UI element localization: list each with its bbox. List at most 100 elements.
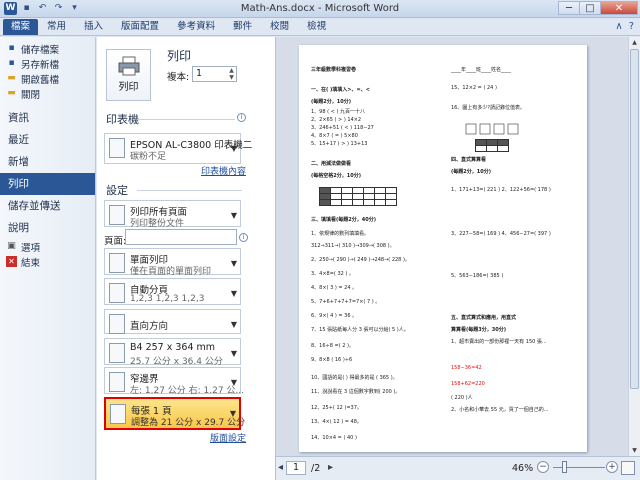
nav-recent[interactable]: 最近	[0, 129, 95, 151]
nav-save[interactable]: ▪ 儲存檔案	[0, 41, 95, 56]
preview-text-line: 12、25+( 12 )=37。	[311, 405, 362, 411]
orientation-dropdown[interactable]: 直向方向 ▼	[104, 309, 241, 334]
close-button[interactable]: ✕	[600, 1, 638, 15]
nav-options[interactable]: ▣ 選項	[0, 239, 95, 254]
copies-label: 複本:	[167, 72, 190, 83]
scroll-up-icon[interactable]: ▲	[629, 37, 640, 48]
nav-open[interactable]: ▬ 開啟舊檔	[0, 71, 95, 86]
preview-text-line: (每題2分，10分)	[451, 169, 492, 175]
preview-text-line: (每題2分，10分)	[311, 99, 352, 105]
printer-properties-link[interactable]: 印表機內容	[201, 164, 246, 177]
nav-new[interactable]: 新增	[0, 151, 95, 173]
preview-text-line: 一、在( )填填入>、=、<	[311, 87, 370, 93]
next-page-icon[interactable]: ▸	[328, 462, 333, 473]
collate-icon	[109, 283, 125, 303]
printer-icon	[109, 138, 125, 158]
tab-review[interactable]: 校閱	[261, 19, 298, 35]
preview-text-line: 1、98 ( < ) 九百一十八	[311, 109, 365, 115]
preview-text-line: 4、8×7 ( = ) 5×80	[311, 133, 358, 139]
info-icon[interactable]: i	[239, 233, 248, 242]
preview-text-line: 13、4×( 12 ) = 48。	[311, 419, 362, 425]
nav-save-send[interactable]: 儲存並傳送	[0, 195, 95, 217]
title-bar: W ▪ ↶ ↷ ▾ Math-Ans.docx - Microsoft Word…	[0, 0, 640, 18]
preview-text-line: 5、563−186=( 385 )	[451, 273, 504, 279]
chevron-down-icon: ▼	[230, 349, 237, 358]
zoom-to-page-button[interactable]	[621, 461, 635, 475]
zoom-in-button[interactable]: +	[606, 461, 618, 473]
preview-text-line: 3、246+51 ( < ) 118−27	[311, 125, 374, 131]
tab-view[interactable]: 檢視	[298, 19, 335, 35]
preview-text-line: 四、直式算算看	[451, 157, 487, 163]
prev-page-icon[interactable]: ◂	[278, 462, 283, 473]
zoom-slider[interactable]	[553, 467, 605, 468]
preview-text-line: 1、超市賣出的一部份那裡一天有 150 張...	[451, 339, 547, 345]
pages-per-sheet-icon	[110, 404, 126, 424]
nav-save-as[interactable]: ▪ 另存新檔	[0, 56, 95, 71]
tab-mailings[interactable]: 郵件	[224, 19, 261, 35]
tab-file[interactable]: 檔案	[3, 19, 39, 35]
chevron-down-icon: ▼	[230, 289, 237, 298]
page-setup-link[interactable]: 版面設定	[210, 431, 246, 444]
scroll-down-icon[interactable]: ▼	[629, 445, 640, 456]
preview-text-line: 15、12×2 = ( 24 )	[451, 85, 497, 91]
copies-spinner[interactable]: ▲ ▼	[227, 67, 236, 81]
preview-text-line: 7、15 張貼紙每人分 3 張可以分給( 5 )人。	[311, 327, 409, 333]
window-title: Math-Ans.docx - Microsoft Word	[240, 3, 400, 14]
settings-heading: 設定	[106, 184, 128, 197]
info-icon[interactable]: i	[237, 113, 246, 122]
paper-size-dropdown[interactable]: B4 257 x 364 mm 25.7 公分 x 36.4 公分 ▼	[104, 338, 241, 367]
preview-status-bar: ◂ 1 /2 ▸ 46% − +	[275, 456, 640, 480]
print-settings-panel: 列印 列印 複本: 1 ▲ ▼ 印表機 i EPSON AL-C3800 印表機二…	[97, 37, 275, 480]
minimize-button[interactable]: ─	[558, 1, 580, 15]
nav-print[interactable]: 列印	[0, 173, 95, 195]
nav-exit[interactable]: ✕ 結束	[0, 254, 95, 269]
collated-dropdown[interactable]: 自動分頁 1,2,3 1,2,3 1,2,3 ▼	[104, 278, 241, 305]
print-all-pages-dropdown[interactable]: 列印所有頁面 列印整份文件 ▼	[104, 200, 241, 229]
preview-text-line: 5、7+6+7+7+7=7×( 7 ) 。	[311, 299, 381, 305]
preview-text-line: 312→311→( 310 )→309→( 308 )。	[311, 243, 395, 249]
copies-input[interactable]: 1 ▲ ▼	[192, 66, 237, 82]
pages-per-sheet-dropdown[interactable]: 每張 1 頁 調整為 21 公分 x 29.7 公分 ▼	[104, 397, 245, 430]
preview-page: 三年級數學科複習卷一、在( )填填入>、=、< (每題2分，10分) 1、98 ( …	[299, 45, 587, 452]
nav-help[interactable]: 說明	[0, 217, 95, 239]
preview-blocks	[465, 123, 519, 135]
margins-dropdown[interactable]: 窄邊界 左: 1.27 公分 右: 1.27 公... ▼	[104, 367, 244, 396]
chevron-down-icon: ▼	[230, 378, 237, 387]
print-title: 列印	[167, 49, 192, 63]
backstage-nav: ▪ 儲存檔案 ▪ 另存新檔 ▬ 開啟舊檔 ▬ 關閉 資訊 最近 新增 列印 儲存並傳送 …	[0, 37, 96, 480]
preview-text-line: ( 220 )人	[451, 395, 473, 401]
chevron-down-icon: ▼	[230, 320, 237, 329]
tab-references[interactable]: 參考資料	[168, 19, 224, 35]
print-button[interactable]: 列印	[106, 49, 151, 101]
nav-info[interactable]: 資訊	[0, 107, 95, 129]
zoom-slider-thumb[interactable]	[561, 461, 567, 473]
zoom-out-button[interactable]: −	[537, 461, 549, 473]
tab-insert[interactable]: 插入	[75, 19, 112, 35]
preview-table-2	[475, 139, 509, 152]
chevron-down-icon: ▼	[230, 211, 237, 220]
scroll-thumb[interactable]	[630, 49, 639, 389]
page-number-input[interactable]: 1	[286, 461, 306, 475]
preview-text-line: 三年級數學科複習卷	[311, 67, 357, 73]
preview-scrollbar[interactable]: ▲ ▼	[628, 37, 640, 456]
tab-home[interactable]: 常用	[38, 19, 75, 35]
printer-icon	[118, 56, 139, 76]
preview-text-line: 9、8×8 ( 16 )÷6	[311, 357, 353, 363]
preview-text-line: 14、10×4 = ( 40 )	[311, 435, 357, 441]
options-icon: ▣	[7, 241, 16, 251]
printer-dropdown[interactable]: EPSON AL-C3800 印表機二 碳粉不足 ▼	[104, 133, 252, 164]
nav-close[interactable]: ▬ 關閉	[0, 86, 95, 101]
print-button-label: 列印	[118, 82, 139, 93]
preview-text-line: 1、依規律的數列填填看。	[311, 231, 370, 237]
maximize-button[interactable]: □	[579, 1, 601, 15]
preview-text-line: 11、說說看在 3 這個數字數到( 200 )。	[311, 389, 401, 395]
help-icon[interactable]: ?	[629, 21, 634, 32]
one-sided-dropdown[interactable]: 單面列印 僅在頁面的單面列印 ▼	[104, 248, 241, 277]
minimize-ribbon-icon[interactable]: ∧	[615, 21, 622, 32]
preview-text-line: (每格空格2分，10分)	[311, 173, 362, 179]
save-as-icon: ▪	[8, 58, 15, 68]
preview-text-line: 1、171+13=( 221 ) 2、122+56=( 178 )	[451, 187, 551, 193]
preview-text-line: 2、2×65 ( > ) 14×2	[311, 117, 362, 123]
pages-input[interactable]	[125, 229, 237, 245]
tab-page-layout[interactable]: 版面配置	[112, 19, 168, 35]
